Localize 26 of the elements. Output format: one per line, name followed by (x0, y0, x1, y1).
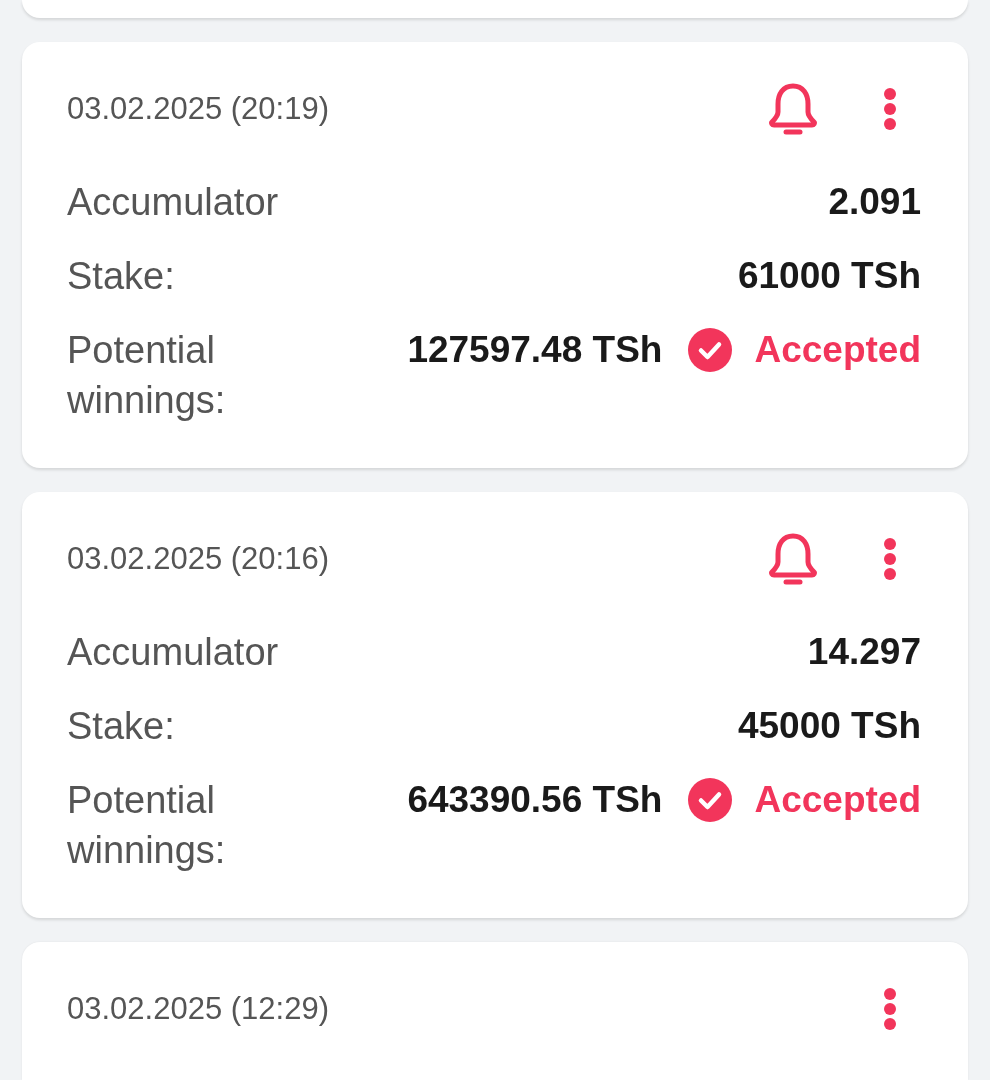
field-value: 643390.56 TSh (407, 778, 663, 822)
field-value: 61000 TSh (737, 254, 921, 298)
bet-datetime: 03.02.2025 (20:16) (67, 541, 329, 577)
more-vertical-icon (883, 538, 897, 580)
check-circle-icon (688, 778, 733, 822)
bet-datetime: 03.02.2025 (12:29) (67, 991, 329, 1027)
field-label: Stake: (67, 254, 175, 299)
notification-button[interactable] (768, 532, 818, 586)
check-circle-icon (688, 328, 733, 372)
status-label: Accepted (754, 328, 921, 372)
bet-datetime: 03.02.2025 (20:19) (67, 91, 329, 127)
field-label: Accumulator (67, 630, 279, 675)
field-value: 127597.48 TSh (407, 328, 663, 372)
status-label: Accepted (754, 778, 921, 822)
bell-icon (768, 82, 818, 136)
more-vertical-icon (883, 88, 897, 130)
field-label: Potential winnings: (67, 778, 227, 873)
field-value: 14.297 (807, 630, 921, 674)
field-label: Potential winnings: (67, 328, 227, 423)
field-value: 45000 TSh (737, 704, 921, 748)
field-value: 2.091 (828, 180, 921, 224)
field-label: Accumulator (67, 180, 279, 225)
bell-icon (768, 532, 818, 586)
more-vertical-icon (883, 988, 897, 1030)
field-label: Stake: (67, 704, 175, 749)
notification-button[interactable] (768, 82, 818, 136)
